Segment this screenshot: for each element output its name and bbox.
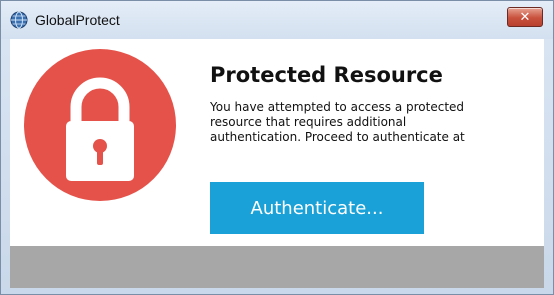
authenticate-button[interactable]: Authenticate... bbox=[210, 182, 424, 234]
title-bar[interactable]: GlobalProtect ✕ bbox=[1, 1, 553, 39]
lock-badge bbox=[24, 49, 176, 201]
close-icon: ✕ bbox=[519, 9, 531, 25]
window-title: GlobalProtect bbox=[35, 12, 120, 28]
content-panel: Protected Resource You have attempted to… bbox=[10, 39, 544, 246]
lock-icon bbox=[66, 77, 134, 181]
message-line: resource that requires additional bbox=[210, 115, 407, 129]
globalprotect-window: GlobalProtect ✕ Protected Resource You h… bbox=[0, 0, 554, 295]
footer-bar bbox=[10, 246, 544, 288]
page-title: Protected Resource bbox=[210, 63, 443, 87]
message-text: You have attempted to access a protected… bbox=[210, 100, 510, 145]
message-line: You have attempted to access a protected bbox=[210, 100, 465, 114]
close-button[interactable]: ✕ bbox=[507, 7, 543, 27]
globe-icon bbox=[10, 11, 28, 29]
message-line: authentication. Proceed to authenticate … bbox=[210, 130, 465, 144]
